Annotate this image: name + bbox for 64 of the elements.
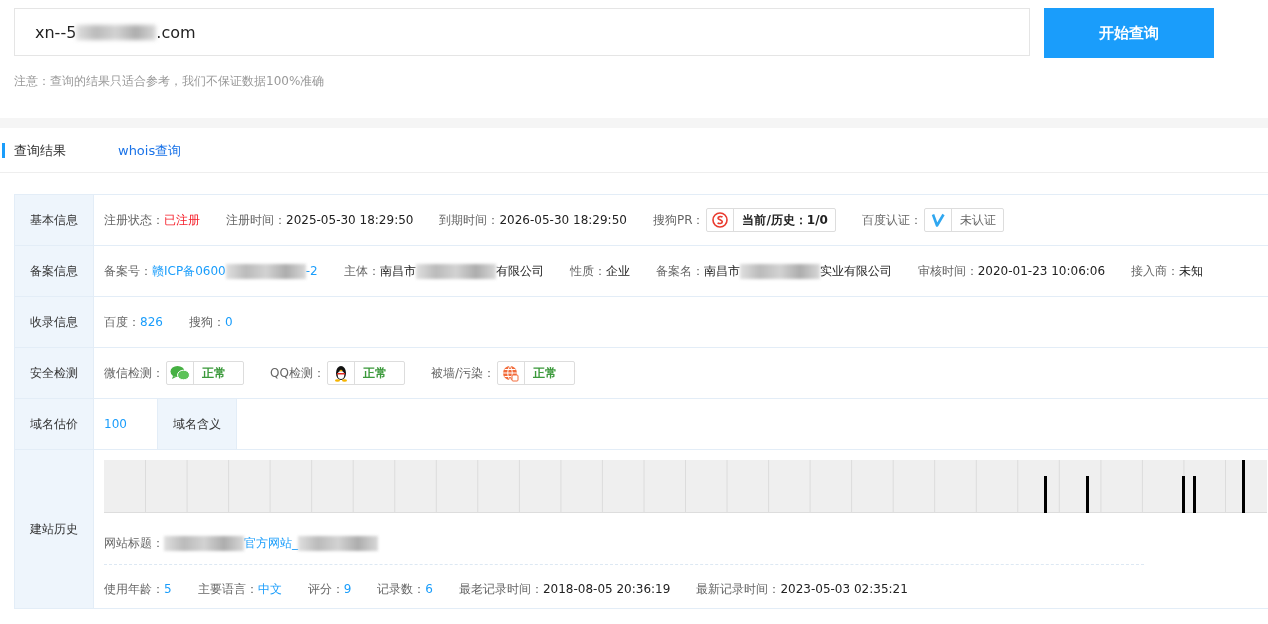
field-label: 微信检测： <box>104 365 164 380</box>
row-label: 建站历史 <box>30 520 78 538</box>
row-label: 安全检测 <box>30 364 78 382</box>
sub-label: 域名含义 <box>156 399 237 449</box>
field-value: 已注册 <box>164 212 200 227</box>
field-value: 9 <box>343 582 352 596</box>
field-label: 主体： <box>343 263 380 278</box>
status-badge: 未认证 <box>923 208 1004 232</box>
field-value: 2025-05-30 18:29:50 <box>286 212 414 227</box>
row-label: 基本信息 <box>30 211 78 229</box>
row-label: 收录信息 <box>30 313 78 331</box>
field-value: 未知 <box>1179 263 1204 278</box>
field-label: 审核时间： <box>917 263 978 278</box>
field-value: 2020-01-23 10:06:06 <box>977 263 1106 278</box>
field-label: 主要语言： <box>197 582 258 596</box>
field-label: 被墙/污染： <box>430 365 495 380</box>
field-value: 2018-08-05 20:36:19 <box>542 582 671 596</box>
field-label: 使用年龄： <box>104 582 164 596</box>
field-label: 百度： <box>104 314 140 329</box>
row-label: 备案信息 <box>30 262 78 280</box>
row-label: 域名估价 <box>30 415 78 433</box>
field-label: 记录数： <box>377 582 426 596</box>
search-button[interactable]: 开始查询 <box>1044 8 1214 58</box>
field-label: 性质： <box>569 263 606 278</box>
field-label: 评分： <box>307 582 344 596</box>
field-label: QQ检测： <box>270 365 325 380</box>
field-label: 最新记录时间： <box>696 582 781 596</box>
field-value: 2023-05-03 02:35:21 <box>780 582 908 596</box>
field-value: 100 <box>104 417 127 431</box>
field-label: 备案名： <box>655 263 704 278</box>
field-value: 826 <box>140 314 163 329</box>
title-link[interactable]: 官方网站_ <box>164 536 378 550</box>
field-label: 搜狗PR： <box>652 212 705 227</box>
sogou-icon <box>712 212 729 228</box>
field-value: 南昌市 实业有限公司 <box>703 263 892 278</box>
field-label: 搜狗： <box>188 314 225 329</box>
field-label: 注册时间： <box>226 212 286 227</box>
field-label: 注册状态： <box>104 212 164 227</box>
notice-text: 注意：查询的结果只适合参考，我们不保证数据100%准确 <box>14 73 326 90</box>
status-badge: 正常 <box>166 361 244 385</box>
field-value: 6 <box>425 582 433 596</box>
tab[interactable]: whois查询 <box>106 142 182 158</box>
chat-bubbles-icon <box>170 365 190 381</box>
status-badge: 正常 <box>326 361 405 385</box>
search-field[interactable]: xn--5 .com <box>14 8 1030 56</box>
penguin-icon <box>333 364 348 382</box>
field-value: 赣ICP备0600 -2 <box>152 263 318 278</box>
status-badge: 正常 <box>496 361 575 385</box>
field-value: 企业 <box>605 263 630 278</box>
field-value: 5 <box>164 582 172 596</box>
status-badge: 当前/历史：1/0 <box>706 208 836 232</box>
field-label: 百度认证： <box>861 212 922 227</box>
field-value: 2026-05-30 18:29:50 <box>499 212 627 227</box>
field-label: 接入商： <box>1131 263 1180 278</box>
field-label: 备案号： <box>104 263 152 278</box>
field-label: 最老记录时间： <box>458 582 543 596</box>
field-value: 0 <box>224 314 233 329</box>
tab[interactable]: 查询结果 <box>2 142 66 158</box>
field-label: 到期时间： <box>439 212 500 227</box>
field-label: 网站标题： <box>104 536 164 550</box>
field-value: 中文 <box>257 582 282 596</box>
globe-icon <box>502 364 520 382</box>
field-value: 南昌市 有限公司 <box>379 263 544 278</box>
verified-v-icon <box>930 213 945 227</box>
